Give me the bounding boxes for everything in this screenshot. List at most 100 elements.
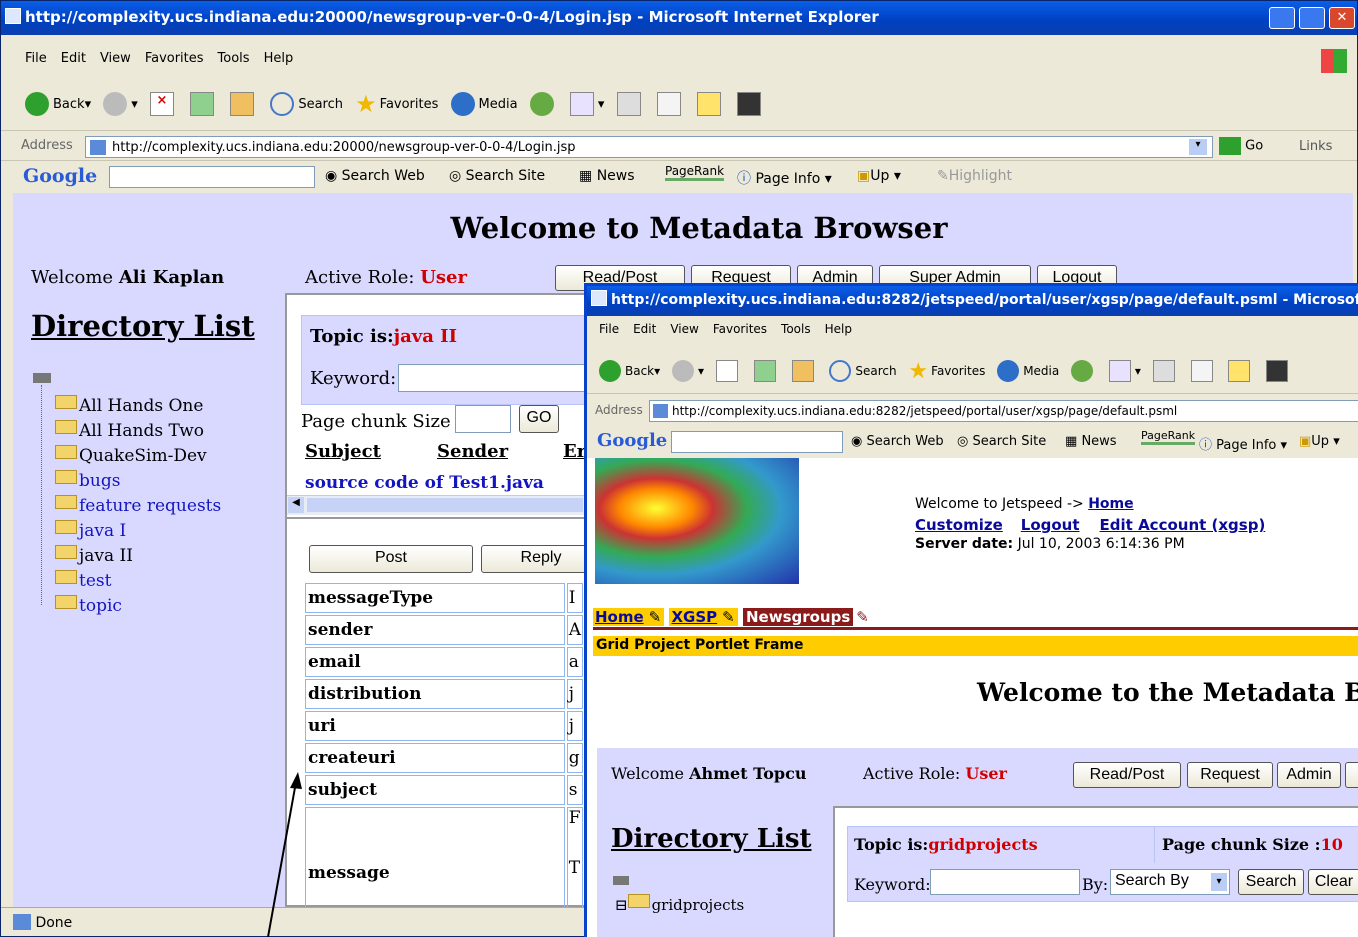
tree-item[interactable]: feature requests bbox=[55, 495, 221, 520]
tree-item[interactable]: All Hands Two bbox=[55, 420, 221, 445]
popup-news-button[interactable]: ▦ News bbox=[1065, 434, 1117, 449]
popup-edit-button[interactable] bbox=[1190, 358, 1217, 384]
news-button[interactable]: ▦ News bbox=[579, 168, 635, 184]
portal-tab-xgsp[interactable]: XGSP bbox=[669, 608, 720, 626]
forward-button[interactable]: ▾ bbox=[103, 91, 138, 117]
history-button[interactable] bbox=[529, 91, 558, 117]
notes-button[interactable] bbox=[696, 91, 725, 117]
print-button[interactable] bbox=[616, 91, 645, 117]
close-button[interactable]: ✕ bbox=[1329, 7, 1355, 29]
search-site-button[interactable]: ◎ Search Site bbox=[449, 168, 545, 184]
tree-item[interactable]: QuakeSim-Dev bbox=[55, 445, 221, 470]
tree-item[interactable]: topic bbox=[55, 595, 221, 620]
maximize-button[interactable] bbox=[1299, 7, 1325, 29]
search-button[interactable]: Search bbox=[270, 91, 343, 117]
popup-media-button[interactable]: Media bbox=[997, 358, 1059, 384]
home-link[interactable]: Home bbox=[1088, 496, 1133, 512]
popup-address-field[interactable]: http://complexity.ucs.indiana.edu:8282/j… bbox=[649, 400, 1358, 422]
search-web-button[interactable]: ◉ Search Web bbox=[325, 168, 425, 184]
portal-tab-newsgroups[interactable]: Newsgroups bbox=[742, 608, 854, 626]
popup-menu-tools[interactable]: Tools bbox=[781, 322, 811, 336]
tree-item[interactable]: All Hands One bbox=[55, 395, 221, 420]
portal-tab-home[interactable]: Home bbox=[593, 608, 646, 626]
col-sender[interactable]: Sender bbox=[437, 441, 508, 462]
media-button[interactable]: Media bbox=[450, 91, 518, 117]
links-button[interactable]: Links bbox=[1299, 139, 1332, 154]
address-field[interactable]: http://complexity.ucs.indiana.edu:20000/… bbox=[85, 136, 1213, 158]
portal-request-button[interactable]: Request bbox=[1187, 762, 1273, 788]
favorites-button[interactable]: ★ Favorites bbox=[355, 90, 438, 118]
tree-root-icon[interactable] bbox=[33, 373, 51, 383]
popup-notes-button[interactable] bbox=[1228, 358, 1254, 384]
popup-spy-button[interactable] bbox=[1266, 358, 1292, 384]
post-button[interactable]: Post bbox=[309, 545, 473, 573]
popup-menu-view[interactable]: View bbox=[670, 322, 698, 336]
popup-mail-button[interactable]: ▾ bbox=[1108, 358, 1141, 384]
back-button[interactable]: Back ▾ bbox=[25, 91, 91, 117]
logout-link[interactable]: Logout bbox=[1021, 516, 1080, 534]
popup-print-button[interactable] bbox=[1152, 358, 1179, 384]
popup-search-button[interactable]: Search bbox=[829, 358, 897, 384]
up-button[interactable]: ▣Up ▾ bbox=[857, 168, 901, 184]
popup-forward-button[interactable]: ▾ bbox=[672, 358, 704, 384]
search-by-select[interactable]: Search By ▾ bbox=[1110, 869, 1230, 895]
popup-up-button[interactable]: ▣Up ▾ bbox=[1299, 434, 1340, 449]
menu-file[interactable]: File bbox=[25, 51, 47, 66]
address-dropdown-arrow[interactable]: ▾ bbox=[1189, 139, 1207, 155]
col-email[interactable]: Er bbox=[563, 441, 586, 462]
portal-admin-button[interactable]: Admin bbox=[1277, 762, 1341, 788]
customize-link[interactable]: Customize bbox=[915, 516, 1003, 534]
tree-item[interactable]: java I bbox=[55, 520, 221, 545]
col-subject[interactable]: Subject bbox=[305, 441, 381, 462]
popup-favorites-button[interactable]: ★ Favorites bbox=[908, 358, 985, 384]
scroll-left-icon[interactable]: ◀ bbox=[288, 497, 304, 513]
message-link[interactable]: source code of Test1.java bbox=[305, 473, 544, 493]
popup-menu-favorites[interactable]: Favorites bbox=[713, 322, 767, 336]
scroll-thumb[interactable] bbox=[307, 498, 583, 512]
tree-item[interactable]: java II bbox=[55, 545, 221, 570]
popup-history-button[interactable] bbox=[1071, 358, 1097, 384]
keyword-input[interactable] bbox=[398, 364, 592, 392]
popup-back-button[interactable]: Back ▾ bbox=[599, 358, 660, 384]
spy-button[interactable] bbox=[736, 91, 765, 117]
popup-menu-file[interactable]: File bbox=[599, 322, 619, 336]
home-button[interactable] bbox=[230, 91, 258, 117]
portal-search-button[interactable]: Search bbox=[1238, 869, 1304, 895]
edit-account-link[interactable]: Edit Account (xgsp) bbox=[1100, 516, 1266, 534]
google-search-input[interactable] bbox=[109, 166, 315, 188]
popup-search-site-button[interactable]: ◎ Search Site bbox=[957, 434, 1046, 449]
portal-tree-root-icon[interactable] bbox=[613, 876, 629, 885]
portal-clear-button[interactable]: Clear bbox=[1308, 869, 1358, 895]
edit-button[interactable] bbox=[656, 91, 685, 117]
reply-button[interactable]: Reply bbox=[481, 545, 601, 573]
tree-item[interactable]: test bbox=[55, 570, 221, 595]
popup-google-logo[interactable]: Google bbox=[597, 430, 667, 451]
popup-home-button[interactable] bbox=[791, 358, 818, 384]
menu-tools[interactable]: Tools bbox=[218, 51, 250, 66]
page-chunk-input[interactable] bbox=[455, 405, 511, 433]
portal-tree-item[interactable]: ⊟ gridprojects bbox=[615, 894, 744, 914]
portal-keyword-input[interactable] bbox=[930, 869, 1080, 895]
portal-read-post-button[interactable]: Read/Post bbox=[1073, 762, 1181, 788]
menu-help[interactable]: Help bbox=[264, 51, 294, 66]
portal-more-button[interactable] bbox=[1345, 762, 1358, 788]
menu-view[interactable]: View bbox=[100, 51, 131, 66]
go-button[interactable]: Go bbox=[1219, 137, 1263, 155]
go-chunk-button[interactable]: GO bbox=[519, 405, 559, 433]
popup-refresh-button[interactable] bbox=[753, 358, 780, 384]
popup-menu-edit[interactable]: Edit bbox=[633, 322, 656, 336]
popup-menu-help[interactable]: Help bbox=[825, 322, 852, 336]
popup-google-search-input[interactable] bbox=[671, 431, 843, 453]
highlight-button[interactable]: ✎Highlight bbox=[937, 168, 1012, 184]
page-info-button[interactable]: ⓘ Page Info ▾ bbox=[737, 168, 832, 188]
popup-stop-button[interactable] bbox=[715, 358, 742, 384]
horizontal-scrollbar[interactable]: ◀ bbox=[287, 495, 587, 515]
menu-edit[interactable]: Edit bbox=[61, 51, 86, 66]
minimize-button[interactable] bbox=[1269, 7, 1295, 29]
refresh-button[interactable] bbox=[190, 91, 218, 117]
menu-favorites[interactable]: Favorites bbox=[145, 51, 204, 66]
tree-item[interactable]: bugs bbox=[55, 470, 221, 495]
stop-button[interactable]: × bbox=[149, 91, 178, 117]
popup-search-web-button[interactable]: ◉ Search Web bbox=[851, 434, 944, 449]
google-logo[interactable]: Google bbox=[23, 165, 97, 187]
